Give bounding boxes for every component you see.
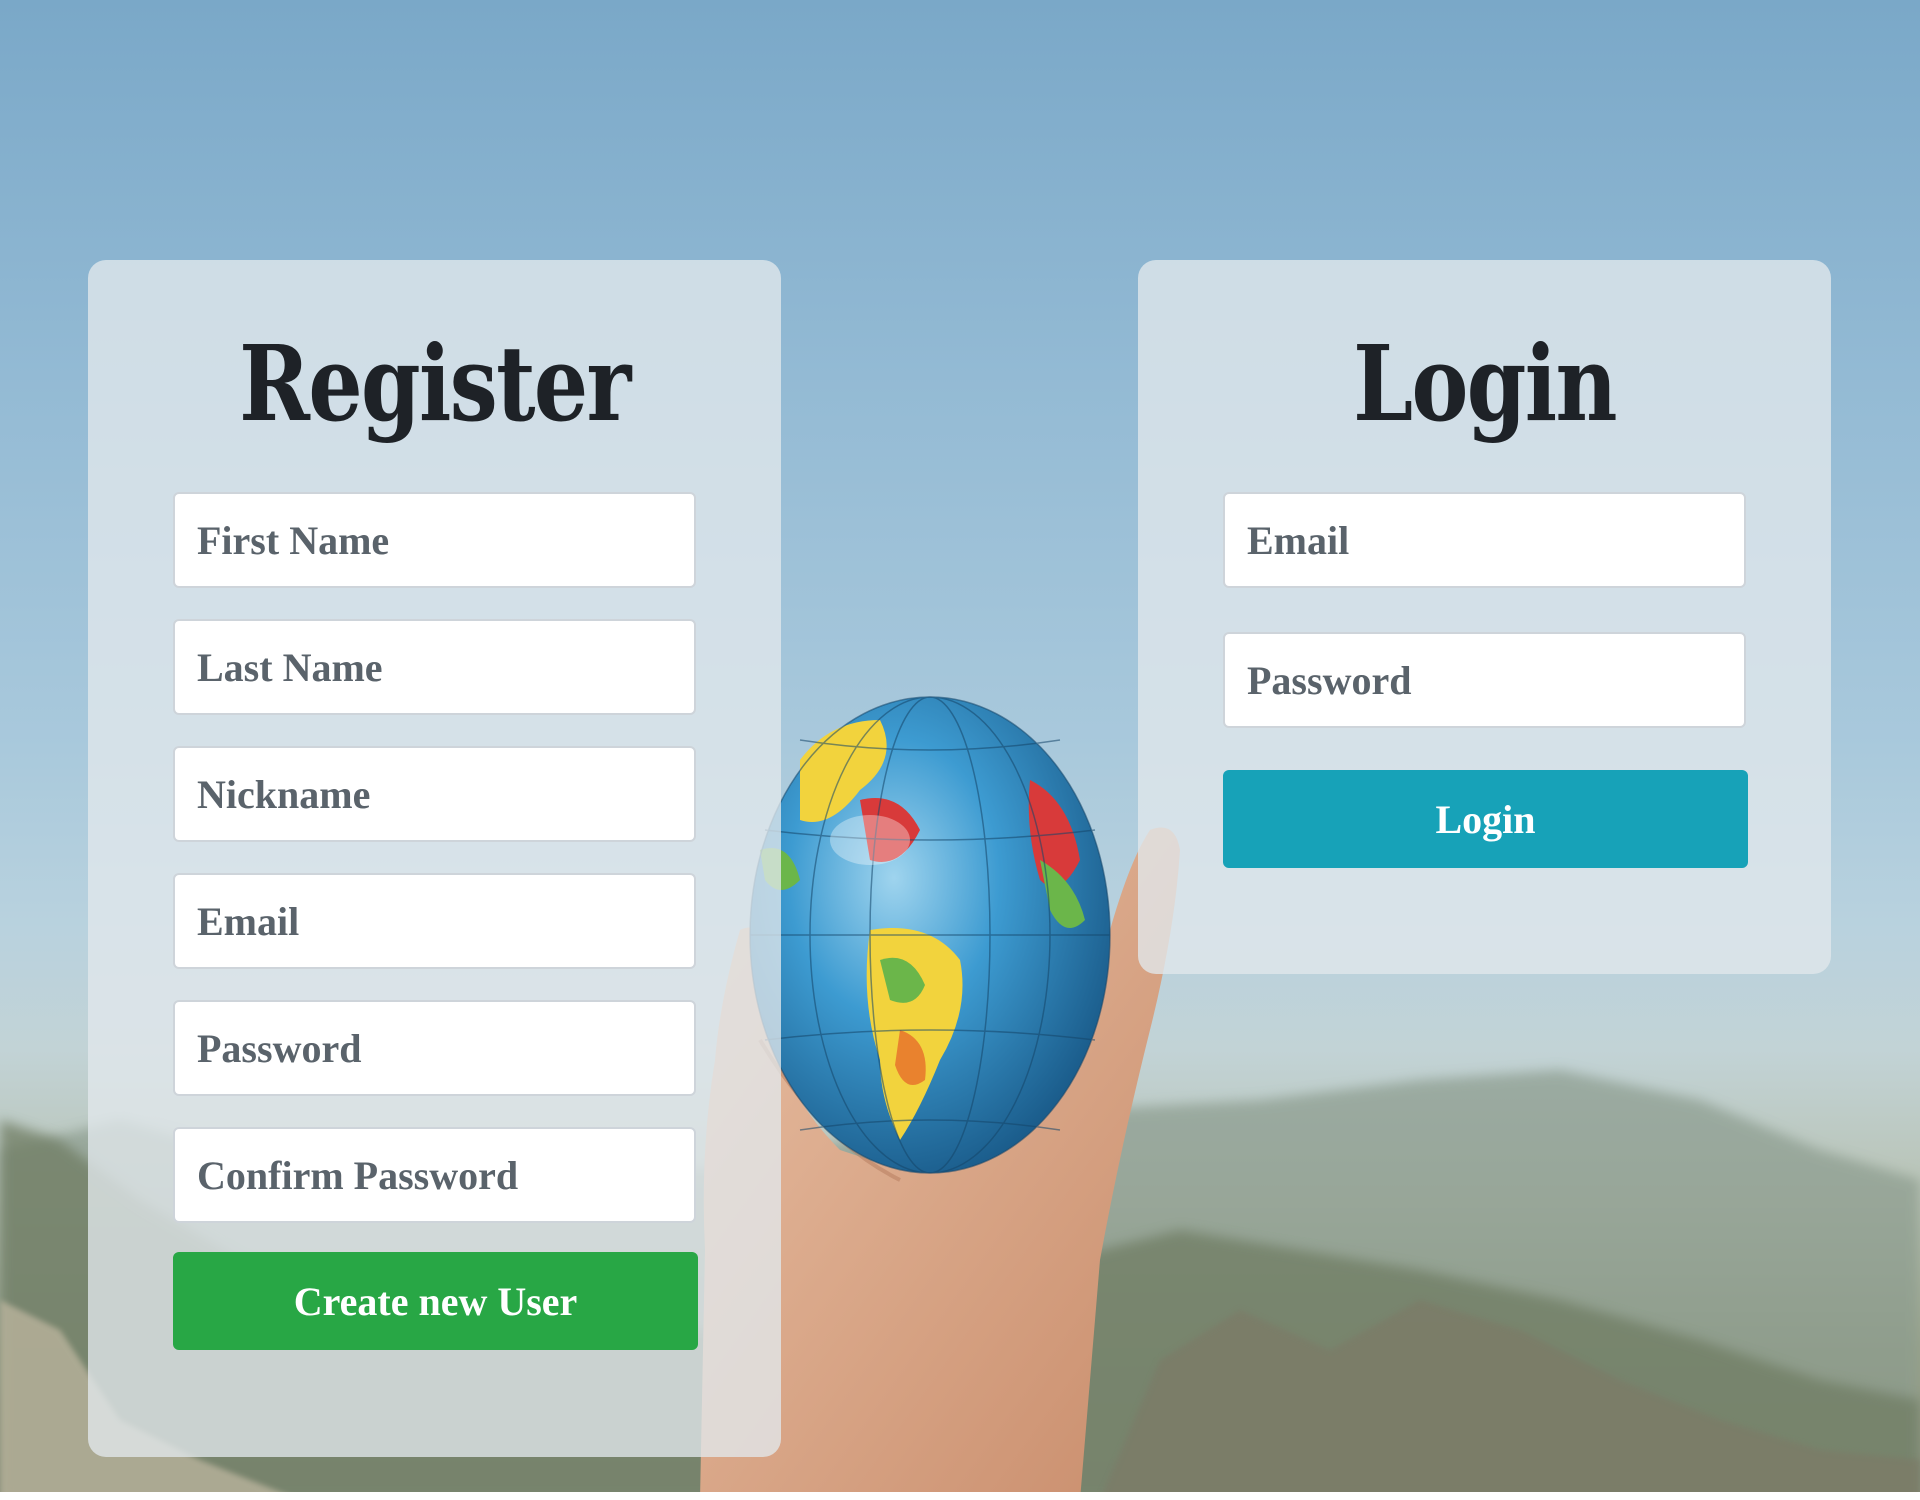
first-name-input[interactable] xyxy=(173,492,696,588)
login-email-input[interactable] xyxy=(1223,492,1746,588)
confirm-password-input[interactable] xyxy=(173,1127,696,1223)
register-title: Register xyxy=(239,322,631,445)
nickname-input[interactable] xyxy=(173,746,696,842)
create-new-user-button[interactable]: Create new User xyxy=(173,1252,698,1350)
register-email-input[interactable] xyxy=(173,873,696,969)
register-card: Register Create new User xyxy=(88,260,781,1457)
register-password-input[interactable] xyxy=(173,1000,696,1096)
login-button[interactable]: Login xyxy=(1223,770,1748,868)
login-title: Login xyxy=(1353,322,1617,445)
last-name-input[interactable] xyxy=(173,619,696,715)
login-card: Login Login xyxy=(1138,260,1831,974)
login-password-input[interactable] xyxy=(1223,632,1746,728)
page-bottom-edge xyxy=(0,1492,1920,1500)
